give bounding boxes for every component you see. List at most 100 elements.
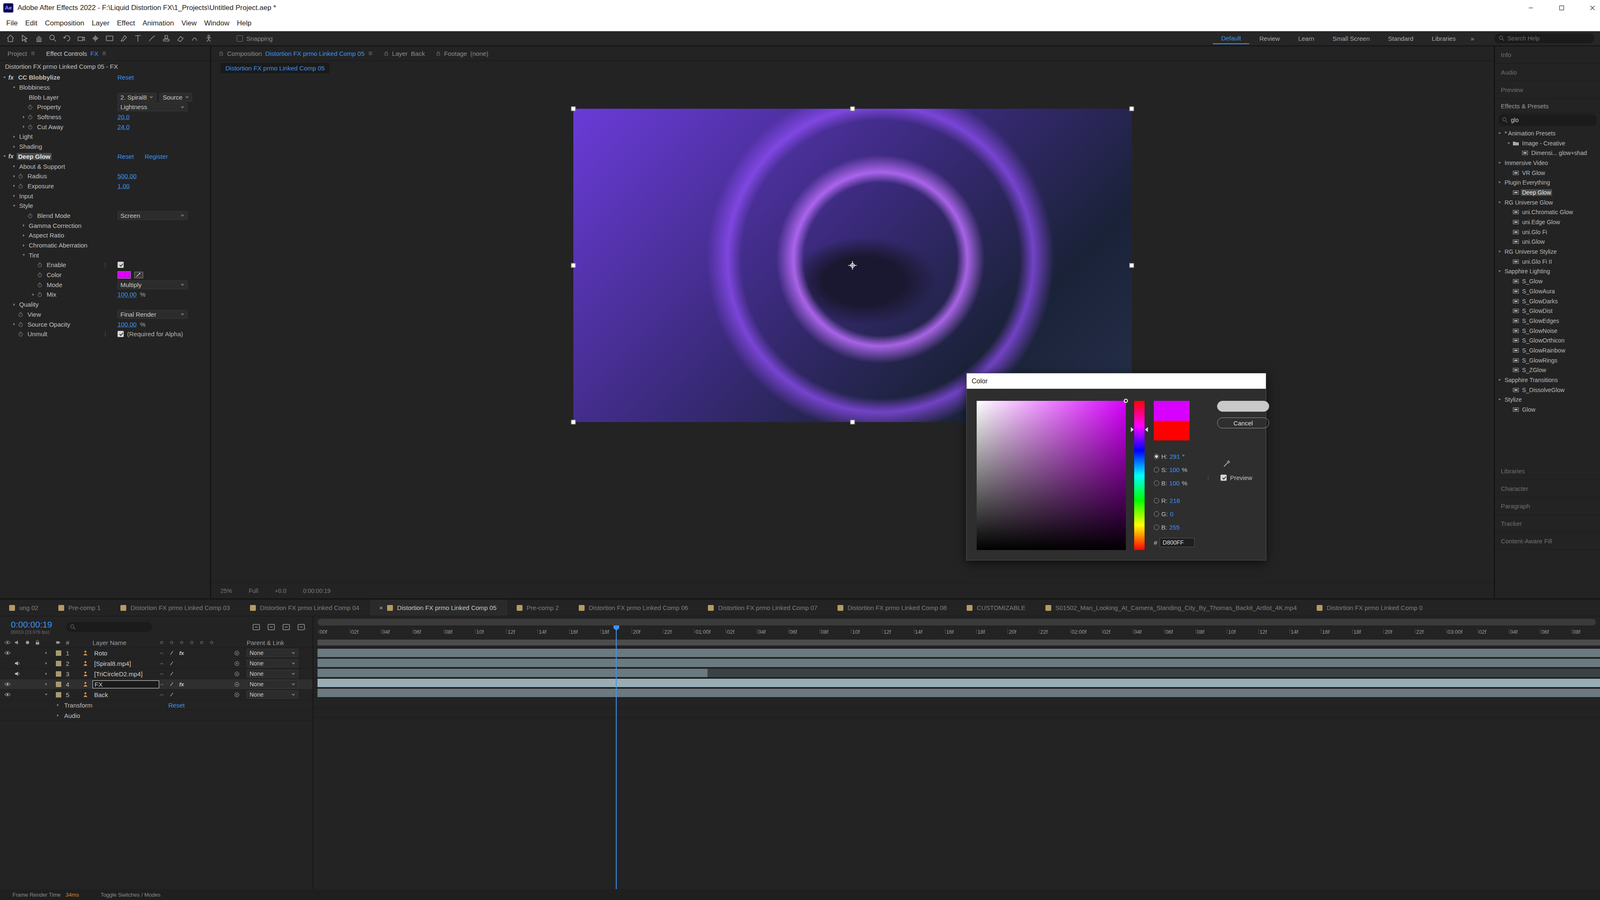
layer-handle[interactable] — [1129, 106, 1135, 112]
effects-tree-item[interactable]: Image - Creative — [1495, 138, 1600, 149]
tool-icon[interactable] — [76, 33, 86, 43]
viewer-control[interactable]: 25% — [220, 587, 233, 595]
solo-switch[interactable] — [24, 660, 31, 666]
twirl-arrow-icon[interactable] — [12, 183, 17, 188]
solo-switch[interactable] — [24, 692, 31, 698]
effects-tree-item[interactable]: Glow — [1495, 404, 1600, 415]
effects-tree-item[interactable]: Deep Glow — [1495, 187, 1600, 198]
channel-value[interactable]: 100 — [1169, 466, 1180, 474]
effects-tree-item[interactable]: S_GlowDarks — [1495, 296, 1600, 307]
viewer-tab[interactable]: CompositionDistortion FX prmo Linked Com… — [214, 48, 378, 59]
timeline-switch-icon[interactable] — [296, 622, 306, 632]
stopwatch-icon[interactable] — [17, 321, 24, 328]
layer-name[interactable]: [TriCircleD2.mp4] — [92, 670, 160, 678]
timeline-tab[interactable]: ung 02 — [0, 599, 50, 616]
property-checkbox[interactable] — [117, 330, 124, 338]
channel-value[interactable]: 216 — [1169, 497, 1180, 505]
effects-tree-item[interactable]: S_GlowEdges — [1495, 315, 1600, 326]
maximize-icon[interactable] — [1557, 3, 1566, 13]
panel-tab[interactable]: Effect ControlsFX — [42, 48, 111, 59]
stopwatch-icon[interactable] — [37, 262, 43, 268]
menu-item[interactable]: Edit — [21, 19, 41, 28]
tool-icon[interactable] — [90, 33, 100, 43]
lock-switch[interactable] — [34, 692, 41, 698]
tool-icon[interactable] — [133, 33, 143, 43]
pick-whip-icon[interactable] — [234, 681, 240, 688]
twirl-arrow-icon[interactable] — [1497, 131, 1502, 136]
property-number[interactable]: 20.0 — [117, 113, 130, 121]
layer-handle[interactable] — [571, 106, 576, 112]
saturation-brightness-field[interactable] — [976, 400, 1126, 550]
label-color-box[interactable] — [55, 660, 62, 667]
twirl-arrow-icon[interactable] — [21, 124, 26, 129]
hue-slider[interactable] — [1134, 400, 1145, 550]
twirl-arrow-icon[interactable] — [21, 243, 26, 248]
channel-value[interactable]: 100 — [1169, 479, 1180, 487]
audio-switch-empty[interactable] — [14, 681, 21, 687]
property-number[interactable]: 100.00 — [117, 290, 137, 298]
twirl-arrow-icon[interactable] — [12, 302, 17, 307]
effects-tree-item[interactable]: S_GlowDist — [1495, 305, 1600, 316]
lock-switch[interactable] — [34, 660, 41, 666]
layer-property-row[interactable]: Audio — [0, 710, 313, 721]
dialog-title-bar[interactable]: Color — [966, 373, 1266, 389]
layer-row[interactable]: 3[TriCircleD2.mp4]None — [0, 668, 313, 680]
twirl-arrow-icon[interactable] — [1497, 160, 1502, 165]
timeline-tab[interactable]: Pre-comp 1 — [49, 599, 112, 616]
twirl-arrow-icon[interactable] — [12, 193, 17, 198]
channel-radio[interactable] — [1153, 480, 1160, 486]
effects-tree-item[interactable]: S_GlowRainbow — [1495, 345, 1600, 356]
layer-row[interactable]: 4FXfxNone — [0, 679, 313, 690]
lock-icon[interactable] — [218, 50, 224, 56]
stopwatch-icon[interactable] — [27, 212, 33, 219]
menu-item[interactable]: Window — [200, 19, 233, 28]
twirl-arrow-icon[interactable] — [44, 682, 49, 687]
toggle-switches-modes[interactable]: Toggle Switches / Modes — [100, 891, 161, 898]
twirl-arrow-icon[interactable] — [2, 154, 7, 159]
layer-row[interactable]: 2[Spiral8.mp4]None — [0, 658, 313, 669]
layer-duration-bar[interactable] — [317, 648, 1600, 658]
channel-value[interactable]: 291 — [1169, 452, 1180, 460]
pick-whip-icon[interactable] — [234, 660, 240, 667]
channel-radio[interactable] — [1153, 524, 1160, 530]
work-area-bar[interactable] — [317, 639, 1600, 646]
time-ruler[interactable]: 00f02f04f06f08f10f12f14f16f18f20f22f01:0… — [313, 616, 1600, 638]
effects-tree-item[interactable]: Immersive Video — [1495, 157, 1600, 168]
tool-icon[interactable] — [48, 33, 58, 43]
tool-icon[interactable] — [175, 33, 185, 43]
eye-icon[interactable] — [4, 692, 11, 698]
snapping-checkbox[interactable] — [236, 35, 243, 42]
effect-link[interactable]: Reset — [117, 152, 134, 160]
hue-marker[interactable] — [1130, 427, 1134, 433]
twirl-arrow-icon[interactable] — [44, 650, 49, 655]
twirl-arrow-icon[interactable] — [1497, 397, 1502, 402]
timeline-tab[interactable]: ×Distortion FX prmo Linked Comp 05 — [370, 599, 508, 616]
effect-link[interactable]: Reset — [117, 73, 134, 81]
layer-handle[interactable] — [571, 420, 576, 425]
workspace-tab[interactable]: Default — [1212, 32, 1250, 45]
tab-close-button[interactable]: × — [379, 604, 383, 612]
composition-viewer[interactable]: ColorH:291°S:100%B:100%R:216G:0B:255#D80… — [211, 75, 1494, 583]
timeline-tab[interactable]: Distortion FX prmo Linked Comp 08 — [828, 599, 958, 616]
stopwatch-icon[interactable] — [17, 183, 24, 189]
close-icon[interactable] — [1588, 3, 1597, 13]
timeline-switch-icon[interactable] — [281, 622, 291, 632]
panel-tab[interactable]: Project — [3, 48, 40, 59]
viewer-control[interactable]: 0:00:00:19 — [302, 587, 331, 595]
shy-switch-icon[interactable] — [159, 671, 165, 677]
tool-icon[interactable] — [190, 33, 200, 43]
anchor-point-icon[interactable] — [847, 260, 858, 270]
layer-handle[interactable] — [571, 263, 576, 268]
speaker-icon[interactable] — [14, 671, 21, 677]
eyedropper-icon[interactable] — [134, 271, 144, 279]
timeline-switch-icon[interactable] — [266, 622, 276, 632]
layer-duration-bar[interactable] — [317, 688, 1600, 698]
layer-name[interactable]: FX — [92, 680, 160, 689]
effects-tree-item[interactable]: S_GlowAura — [1495, 286, 1600, 297]
twirl-arrow-icon[interactable] — [12, 174, 17, 179]
stopwatch-icon[interactable] — [37, 291, 43, 298]
effects-tree-item[interactable]: S_ZGlow — [1495, 365, 1600, 376]
playhead-handle[interactable] — [613, 625, 620, 631]
solo-switch[interactable] — [24, 671, 31, 677]
channel-value[interactable]: 0 — [1170, 510, 1174, 518]
